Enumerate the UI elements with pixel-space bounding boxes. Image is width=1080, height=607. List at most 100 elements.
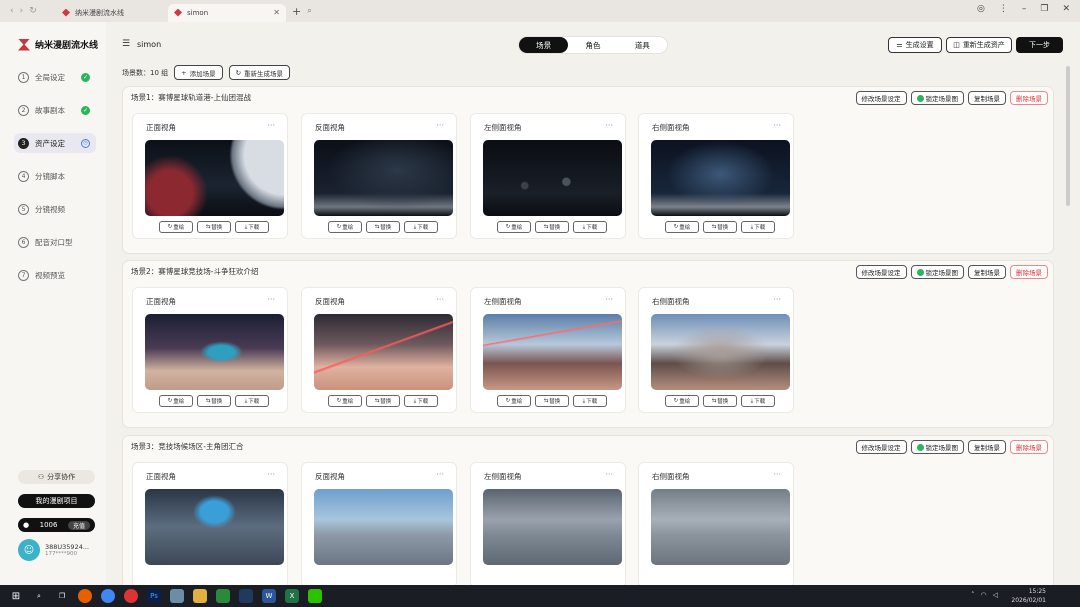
copy-scene-button[interactable]: 复制场景 <box>968 91 1006 105</box>
more-icon[interactable]: ··· <box>436 470 444 479</box>
more-icon[interactable]: ··· <box>267 295 275 304</box>
more-icon[interactable]: ··· <box>605 470 613 479</box>
download-button[interactable]: ⤓ 下载 <box>741 395 775 407</box>
firefox-icon[interactable] <box>78 589 92 603</box>
replace-button[interactable]: ⇆ 替换 <box>197 395 231 407</box>
more-icon[interactable]: ··· <box>605 121 613 130</box>
scene-image[interactable] <box>145 314 284 390</box>
step-story-script[interactable]: 2 故事剧本 ✓ <box>14 100 96 120</box>
scene-image[interactable] <box>651 140 790 216</box>
step-asset-settings[interactable]: 3 资产设定 ◷ <box>14 133 96 153</box>
redraw-button[interactable]: ↻ 重绘 <box>497 395 531 407</box>
add-scene-button[interactable]: + 添加场景 <box>174 65 223 80</box>
redraw-button[interactable]: ↻ 重绘 <box>665 395 699 407</box>
menu-dots-icon[interactable]: ⋮ <box>999 4 1008 14</box>
user-profile[interactable]: ☺ 388U35924... 177****900 <box>18 539 89 561</box>
forward-icon[interactable]: › <box>20 6 24 16</box>
more-icon[interactable]: ··· <box>436 295 444 304</box>
more-icon[interactable]: ··· <box>773 470 781 479</box>
replace-button[interactable]: ⇆ 替换 <box>535 395 569 407</box>
back-icon[interactable]: ‹ <box>10 6 14 16</box>
replace-button[interactable]: ⇆ 替换 <box>703 221 737 233</box>
scene-image[interactable] <box>483 489 622 565</box>
copy-scene-button[interactable]: 复制场景 <box>968 440 1006 454</box>
step-dubbing-lipsync[interactable]: 6 配音对口型 <box>14 232 96 252</box>
tab-prop[interactable]: 道具 <box>618 37 667 53</box>
download-button[interactable]: ⤓ 下载 <box>404 395 438 407</box>
search-icon[interactable]: ⌕ <box>32 589 46 603</box>
next-step-button[interactable]: 下一步 <box>1016 37 1063 53</box>
more-icon[interactable]: ··· <box>267 470 275 479</box>
browser-tab-2[interactable]: simon ✕ <box>168 3 286 22</box>
excel-icon[interactable]: X <box>285 589 299 603</box>
photoshop-icon[interactable]: Ps <box>147 589 161 603</box>
redraw-button[interactable]: ↻ 重绘 <box>159 395 193 407</box>
windows-start-icon[interactable]: ⊞ <box>9 589 23 603</box>
step-video-preview[interactable]: 7 视频预览 <box>14 265 96 285</box>
app-green-icon[interactable] <box>216 589 230 603</box>
my-projects-button[interactable]: 我的漫剧项目 <box>18 494 95 508</box>
lock-scene-image-button[interactable]: 锁定场景图 <box>910 265 964 279</box>
menu-icon[interactable]: ☰ <box>122 39 130 49</box>
globe-icon[interactable]: ◎ <box>977 4 985 14</box>
replace-button[interactable]: ⇆ 替换 <box>366 221 400 233</box>
replace-button[interactable]: ⇆ 替换 <box>703 395 737 407</box>
redraw-button[interactable]: ↻ 重绘 <box>665 221 699 233</box>
scene-image[interactable] <box>314 140 453 216</box>
minimize-icon[interactable]: – <box>1022 4 1027 14</box>
scrollbar[interactable] <box>1066 66 1070 206</box>
search-icon[interactable]: ⌕ <box>307 6 311 16</box>
more-icon[interactable]: ··· <box>605 295 613 304</box>
scene-image[interactable] <box>483 314 622 390</box>
chevron-up-icon[interactable]: ˄ <box>971 591 975 599</box>
new-tab-icon[interactable]: + <box>292 5 301 18</box>
scene-image[interactable] <box>145 140 284 216</box>
chrome-icon[interactable] <box>101 589 115 603</box>
replace-button[interactable]: ⇆ 替换 <box>535 221 569 233</box>
file-explorer-icon[interactable] <box>193 589 207 603</box>
download-button[interactable]: ⤓ 下载 <box>573 221 607 233</box>
word-icon[interactable]: W <box>262 589 276 603</box>
download-button[interactable]: ⤓ 下载 <box>235 395 269 407</box>
copy-scene-button[interactable]: 复制场景 <box>968 265 1006 279</box>
share-collab-button[interactable]: ⚇ 分享协作 <box>18 470 95 484</box>
more-icon[interactable]: ··· <box>436 121 444 130</box>
lock-scene-image-button[interactable]: 锁定场景图 <box>910 91 964 105</box>
delete-scene-button[interactable]: 删除场景 <box>1010 265 1048 279</box>
network-icon[interactable]: ◠ <box>981 591 987 599</box>
download-button[interactable]: ⤓ 下载 <box>235 221 269 233</box>
regen-assets-button[interactable]: ◫ 重新生成资产 <box>946 37 1012 53</box>
tab-scene[interactable]: 场景 <box>519 37 569 53</box>
redraw-button[interactable]: ↻ 重绘 <box>497 221 531 233</box>
delete-scene-button[interactable]: 删除场景 <box>1010 91 1048 105</box>
replace-button[interactable]: ⇆ 替换 <box>366 395 400 407</box>
restore-icon[interactable]: ❐ <box>1040 4 1048 14</box>
download-button[interactable]: ⤓ 下载 <box>404 221 438 233</box>
download-button[interactable]: ⤓ 下载 <box>741 221 775 233</box>
redraw-button[interactable]: ↻ 重绘 <box>328 395 362 407</box>
refresh-icon[interactable]: ↻ <box>29 6 37 16</box>
delete-scene-button[interactable]: 删除场景 <box>1010 440 1048 454</box>
modify-scene-button[interactable]: 修改场景设定 <box>855 265 907 279</box>
redraw-button[interactable]: ↻ 重绘 <box>159 221 193 233</box>
tab-character[interactable]: 角色 <box>568 37 617 53</box>
replace-button[interactable]: ⇆ 替换 <box>197 221 231 233</box>
app-window-icon[interactable] <box>239 589 253 603</box>
more-icon[interactable]: ··· <box>267 121 275 130</box>
step-storyboard-video[interactable]: 5 分镜视频 <box>14 199 96 219</box>
taskbar-clock[interactable]: 15:25 2026/02/01 <box>1011 587 1046 605</box>
scene-image[interactable] <box>314 314 453 390</box>
scene-image[interactable] <box>651 489 790 565</box>
more-icon[interactable]: ··· <box>773 295 781 304</box>
close-tab-icon[interactable]: ✕ <box>273 8 280 17</box>
wechat-icon[interactable] <box>308 589 322 603</box>
download-button[interactable]: ⤓ 下载 <box>573 395 607 407</box>
scene-image[interactable] <box>483 140 622 216</box>
regen-scenes-button[interactable]: ↻ 重新生成场景 <box>228 65 291 80</box>
scene-image[interactable] <box>145 489 284 565</box>
step-global-settings[interactable]: 1 全局设定 ✓ <box>14 67 96 87</box>
close-window-icon[interactable]: ✕ <box>1062 4 1070 14</box>
task-view-icon[interactable]: ❐ <box>55 589 69 603</box>
generate-settings-button[interactable]: ⚌ 生成设置 <box>888 37 942 53</box>
app-icon[interactable] <box>170 589 184 603</box>
